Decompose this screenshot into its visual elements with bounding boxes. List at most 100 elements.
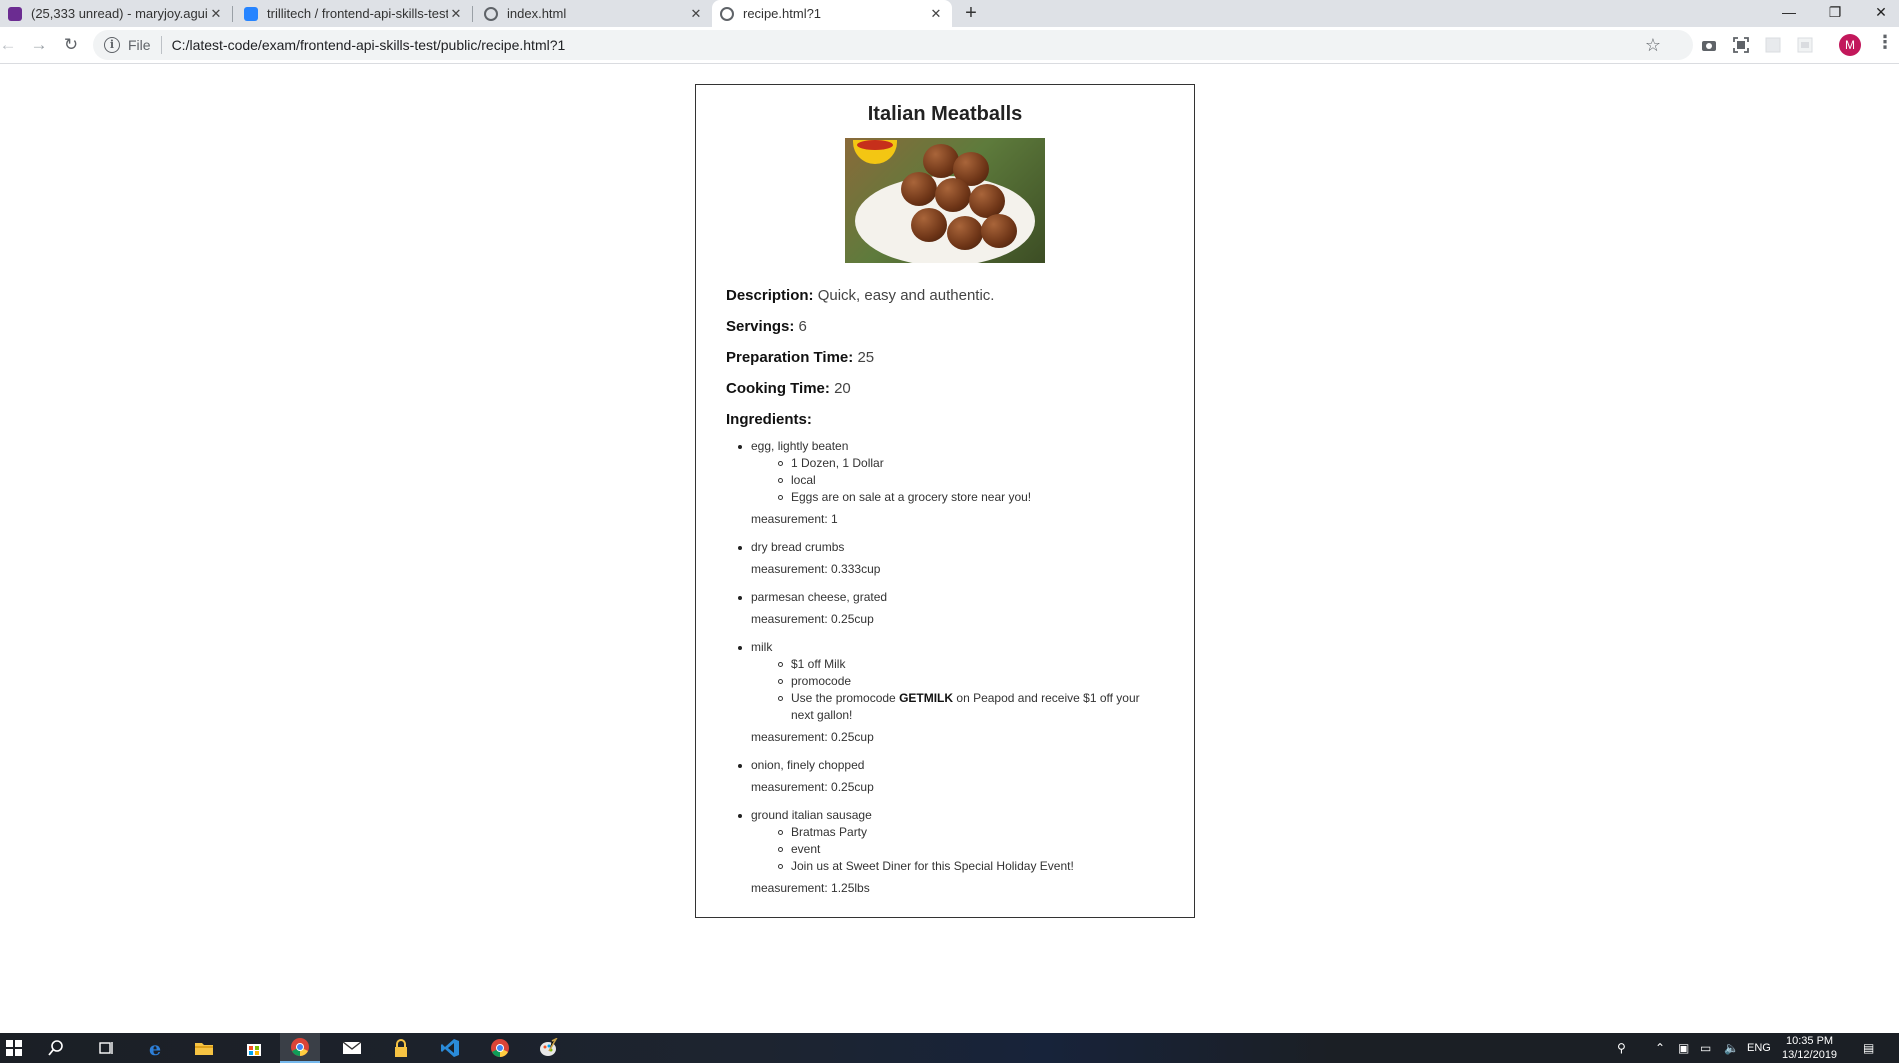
- bookmark-star-icon[interactable]: ☆: [1645, 35, 1661, 56]
- promo-code: GETMILK: [899, 691, 954, 705]
- chrome-taskbar-button[interactable]: [280, 1033, 320, 1063]
- recipe-card: Italian Meatballs Description: Quick, ea…: [695, 84, 1195, 918]
- promo-item: 1 Dozen, 1 Dollar: [778, 455, 1164, 472]
- promo-item: local: [778, 472, 1164, 489]
- recipe-title: Italian Meatballs: [867, 103, 1023, 125]
- tab-recipe[interactable]: recipe.html?1 ✕: [712, 0, 952, 27]
- camera-icon[interactable]: [1700, 36, 1718, 54]
- clock[interactable]: 10:35 PM 13/12/2019: [1782, 1033, 1837, 1063]
- tab-title: (25,333 unread) - maryjoy.aguisa: [31, 6, 208, 21]
- screen-capture-icon[interactable]: [1732, 36, 1750, 54]
- tab-index[interactable]: index.html ✕: [476, 0, 712, 27]
- description-label: Description:: [726, 287, 814, 304]
- start-button[interactable]: [0, 1036, 28, 1060]
- ingredient-list: egg, lightly beaten 1 Dozen, 1 Dollar lo…: [726, 438, 1164, 897]
- tab-title: recipe.html?1: [743, 6, 822, 21]
- mail-icon: [8, 6, 22, 21]
- promo-text: Use the promocode: [791, 691, 900, 705]
- chevron-up-icon[interactable]: ⌃: [1655, 1041, 1665, 1055]
- promo-item: $1 off Milk: [778, 656, 1164, 673]
- ingredient-name: milk: [751, 640, 773, 654]
- tab-separator: [472, 6, 473, 22]
- vscode-icon[interactable]: [436, 1036, 464, 1060]
- reload-button[interactable]: ↻: [57, 31, 85, 59]
- cook-time-value: 20: [834, 380, 851, 397]
- mail-icon[interactable]: [338, 1036, 366, 1060]
- ingredient-name: ground italian sausage: [751, 808, 872, 822]
- list-item: dry bread crumbs measurement: 0.333cup: [738, 539, 1164, 578]
- search-icon[interactable]: [42, 1036, 70, 1060]
- profile-avatar[interactable]: M: [1839, 34, 1861, 56]
- file-explorer-icon[interactable]: [190, 1036, 218, 1060]
- browser-toolbar: ← → ↻ i File C:/latest-code/exam/fronten…: [0, 27, 1899, 64]
- servings-label: Servings:: [726, 318, 795, 335]
- promo-item: promocode: [778, 673, 1164, 690]
- language-indicator[interactable]: ENG: [1747, 1033, 1771, 1063]
- description-row: Description: Quick, easy and authentic.: [726, 287, 1164, 318]
- measurement: measurement: 0.333cup: [751, 562, 881, 576]
- promo-list: Bratmas Party event Join us at Sweet Din…: [751, 824, 1164, 875]
- promo-item: Eggs are on sale at a grocery store near…: [778, 489, 1164, 506]
- promo-item: event: [778, 841, 1164, 858]
- edge-icon[interactable]: e: [142, 1036, 170, 1060]
- meatball: [901, 172, 937, 206]
- back-button[interactable]: ←: [0, 31, 22, 59]
- lock-icon[interactable]: [387, 1036, 415, 1060]
- antivirus-icon[interactable]: ▣: [1678, 1041, 1689, 1055]
- meatball: [935, 178, 971, 212]
- description-value: Quick, easy and authentic.: [817, 287, 995, 304]
- tab-mail[interactable]: (25,333 unread) - maryjoy.aguisa ✕: [0, 0, 232, 27]
- close-icon[interactable]: ✕: [208, 6, 224, 22]
- task-view-icon[interactable]: [92, 1036, 120, 1060]
- address-bar[interactable]: i File C:/latest-code/exam/frontend-api-…: [93, 30, 1693, 60]
- close-icon[interactable]: ✕: [928, 6, 944, 22]
- tab-bitbucket[interactable]: trillitech / frontend-api-skills-test ✕: [236, 0, 472, 27]
- recipe-details: Description: Quick, easy and authentic. …: [726, 287, 1164, 428]
- list-item: egg, lightly beaten 1 Dozen, 1 Dollar lo…: [738, 438, 1164, 528]
- cook-time-label: Cooking Time:: [726, 380, 830, 397]
- extension-icon[interactable]: [1796, 36, 1814, 54]
- address-divider: [160, 36, 162, 54]
- sauce: [857, 140, 893, 150]
- prep-time-label: Preparation Time:: [726, 349, 854, 366]
- address-scheme: File: [128, 37, 151, 53]
- prep-time-row: Preparation Time: 25: [726, 349, 1164, 380]
- browser-tab-strip: (25,333 unread) - maryjoy.aguisa ✕ trill…: [0, 0, 1899, 27]
- people-icon[interactable]: ⚲: [1617, 1041, 1626, 1055]
- new-tab-button[interactable]: +: [960, 0, 982, 27]
- ingredient-name: onion, finely chopped: [751, 758, 865, 772]
- notification-icon[interactable]: ▤: [1863, 1041, 1874, 1055]
- store-icon[interactable]: [240, 1036, 268, 1060]
- extension-icon[interactable]: [1764, 36, 1782, 54]
- minimize-button[interactable]: —: [1767, 0, 1811, 27]
- list-item: onion, finely chopped measurement: 0.25c…: [738, 757, 1164, 796]
- globe-icon: [720, 6, 734, 21]
- info-icon[interactable]: i: [104, 37, 120, 53]
- forward-button[interactable]: →: [25, 31, 53, 59]
- address-url[interactable]: C:/latest-code/exam/frontend-api-skills-…: [172, 37, 566, 53]
- close-window-button[interactable]: ✕: [1859, 0, 1899, 27]
- promo-item: Use the promocode GETMILK on Peapod and …: [778, 690, 1164, 724]
- volume-icon[interactable]: 🔈: [1724, 1041, 1739, 1055]
- promo-list: $1 off Milk promocode Use the promocode …: [751, 656, 1164, 724]
- taskbar: e ⚲ ⌃ ▣ ▭ 🔈 ENG 10:35 PM 13/12/2019 ▤: [0, 1033, 1899, 1063]
- menu-icon[interactable]: ⋮: [1876, 32, 1894, 53]
- list-item: parmesan cheese, grated measurement: 0.2…: [738, 589, 1164, 628]
- restore-button[interactable]: ❐: [1813, 0, 1857, 27]
- promo-item: Join us at Sweet Diner for this Special …: [778, 858, 1164, 875]
- close-icon[interactable]: ✕: [688, 6, 704, 22]
- close-icon[interactable]: ✕: [448, 6, 464, 22]
- globe-icon: [484, 6, 498, 21]
- tab-separator: [232, 6, 233, 22]
- measurement: measurement: 0.25cup: [751, 612, 874, 626]
- network-icon[interactable]: ▭: [1700, 1041, 1711, 1055]
- prep-time-value: 25: [857, 349, 875, 366]
- clock-time: 10:35 PM: [1785, 1035, 1834, 1047]
- chrome-icon: [291, 1038, 309, 1056]
- tab-title: trillitech / frontend-api-skills-test: [267, 6, 448, 21]
- paint-icon[interactable]: [534, 1036, 562, 1060]
- meatball: [947, 216, 983, 250]
- chrome-icon[interactable]: [486, 1036, 514, 1060]
- list-item: ground italian sausage Bratmas Party eve…: [738, 807, 1164, 897]
- windows-logo-icon: [6, 1040, 22, 1056]
